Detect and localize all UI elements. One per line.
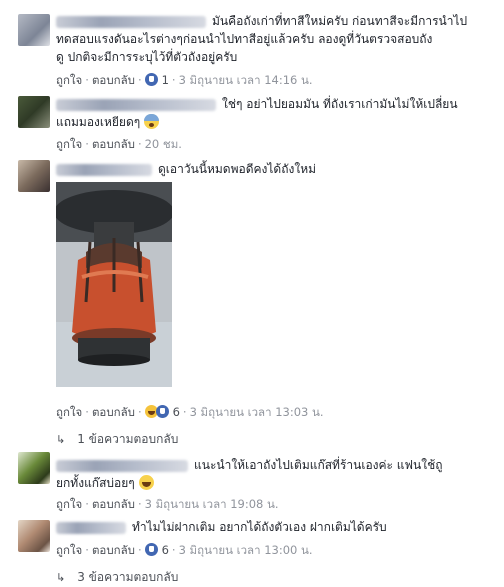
comment-text: แนะนำให้เอาถังไปเติมแก๊สที่ร้านเองค่ะ แฟ… <box>56 458 443 490</box>
reply-arrow-icon: ↳ <box>56 433 66 446</box>
timestamp[interactable]: 3 มิถุนายน เวลา 14:16 น. <box>179 73 313 87</box>
comment-actions: ถูกใจ · ตอบกลับ · 6 · 3 มิถุนายน เวลา 13:03 น. <box>56 405 324 419</box>
comment-actions: ถูกใจ · ตอบกลับ · 6 · 3 มิถุนายน เวลา 13:00 น. <box>56 543 313 557</box>
commenter-name[interactable] <box>56 15 206 28</box>
comment-actions: ถูกใจ · ตอบกลับ · 1 · 3 มิถุนายน เวลา 14:16 น. <box>56 73 313 87</box>
commenter-name[interactable] <box>56 459 188 472</box>
commenter-name[interactable] <box>56 521 126 534</box>
avatar[interactable] <box>18 14 50 46</box>
like-link[interactable]: ถูกใจ <box>56 405 82 419</box>
commenter-name[interactable] <box>56 163 152 176</box>
commenter-name[interactable] <box>56 98 216 111</box>
reply-link[interactable]: ตอบกลับ <box>92 405 135 419</box>
view-replies-link[interactable]: ↳ 3 ข้อความตอบกลับ <box>56 568 178 587</box>
reply-link[interactable]: ตอบกลับ <box>92 497 135 511</box>
timestamp[interactable]: 3 มิถุนายน เวลา 19:08 น. <box>145 497 279 511</box>
like-link[interactable]: ถูกใจ <box>56 497 82 511</box>
comment-actions: ถูกใจ · ตอบกลับ · 20 ชม. <box>56 137 182 151</box>
like-link[interactable]: ถูกใจ <box>56 137 82 151</box>
comment-text: ดูเอาวันนี้หมดพอดีคงได้ถังใหม่ <box>56 160 496 178</box>
timestamp[interactable]: 20 ชม. <box>145 137 182 151</box>
like-icon[interactable] <box>144 73 158 86</box>
comment-text: ทำไมไม่ฝากเติม อยากได้ถังตัวเอง ฝากเติมไ… <box>56 518 496 536</box>
avatar[interactable] <box>18 96 50 128</box>
timestamp[interactable]: 3 มิถุนายน เวลา 13:00 น. <box>179 543 313 557</box>
comment-photo[interactable] <box>56 182 172 387</box>
avatar[interactable] <box>18 160 50 192</box>
like-icon[interactable] <box>144 543 158 556</box>
avatar[interactable] <box>18 520 50 552</box>
like-link[interactable]: ถูกใจ <box>56 73 82 87</box>
laughing-emoji-icon <box>138 475 154 490</box>
reaction-count[interactable]: 6 <box>162 543 169 557</box>
like-link[interactable]: ถูกใจ <box>56 543 82 557</box>
reaction-count[interactable]: 1 <box>162 73 169 87</box>
avatar[interactable] <box>18 452 50 484</box>
gas-cylinder-photo <box>56 182 172 387</box>
reply-link[interactable]: ตอบกลับ <box>92 73 135 87</box>
reaction-count[interactable]: 6 <box>173 405 180 419</box>
comment-text: มันคือถังเก่าที่ทาสีใหม่ครับ ก่อนทาสีจะม… <box>56 14 468 64</box>
timestamp[interactable]: 3 มิถุนายน เวลา 13:03 น. <box>190 405 324 419</box>
comment-actions: ถูกใจ · ตอบกลับ · 3 มิถุนายน เวลา 19:08 น. <box>56 497 279 511</box>
view-replies-link[interactable]: ↳ 1 ข้อความตอบกลับ <box>56 430 178 449</box>
reply-arrow-icon: ↳ <box>56 571 66 584</box>
comment-text: ใช่ๆ อย่าไปยอมมัน ที่ถังเราเก่ามันไม่ให้… <box>56 97 458 129</box>
reply-link[interactable]: ตอบกลับ <box>92 137 135 151</box>
reply-link[interactable]: ตอบกลับ <box>92 543 135 557</box>
fearful-emoji-icon <box>144 114 160 129</box>
like-icon[interactable] <box>155 405 169 418</box>
